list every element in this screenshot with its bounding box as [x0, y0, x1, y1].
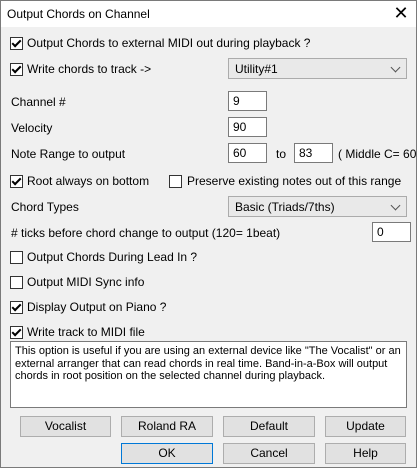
- midi-sync-checkbox[interactable]: [10, 276, 23, 289]
- preserve-notes-checkbox[interactable]: [169, 175, 182, 188]
- chord-types-value: Basic (Triads/7ths): [235, 200, 335, 214]
- dialog-window: Output Chords on Channel ✕ Output Chords…: [0, 0, 417, 468]
- midi-sync-label[interactable]: Output MIDI Sync info: [27, 275, 144, 289]
- chord-types-label: Chord Types: [11, 200, 79, 214]
- ok-button[interactable]: OK: [121, 443, 213, 464]
- root-bottom-checkbox[interactable]: [10, 175, 23, 188]
- window-title: Output Chords on Channel: [7, 7, 150, 21]
- note-range-to-field[interactable]: 83: [294, 143, 333, 163]
- display-piano-checkbox[interactable]: [10, 301, 23, 314]
- note-range-label: Note Range to output: [11, 147, 126, 161]
- title-bar: Output Chords on Channel ✕: [1, 1, 416, 27]
- chevron-down-icon: [390, 62, 401, 73]
- write-track-label[interactable]: Write chords to track ->: [27, 62, 151, 76]
- display-piano-label[interactable]: Display Output on Piano ?: [27, 300, 166, 314]
- note-range-to-label: to: [276, 147, 287, 161]
- roland-ra-button[interactable]: Roland RA: [121, 416, 213, 437]
- track-select-value: Utility#1: [235, 62, 278, 76]
- vocalist-button[interactable]: Vocalist: [20, 416, 111, 437]
- track-select[interactable]: Utility#1: [228, 58, 407, 79]
- default-button[interactable]: Default: [223, 416, 315, 437]
- write-midi-file-checkbox[interactable]: [10, 326, 23, 339]
- root-bottom-label[interactable]: Root always on bottom: [27, 174, 149, 188]
- write-midi-file-label[interactable]: Write track to MIDI file: [27, 325, 145, 339]
- preserve-notes-label[interactable]: Preserve existing notes out of this rang…: [187, 174, 401, 188]
- update-button[interactable]: Update: [325, 416, 406, 437]
- lead-in-label[interactable]: Output Chords During Lead In ?: [27, 250, 197, 264]
- help-text-box: This option is useful if you are using a…: [10, 341, 407, 408]
- chevron-down-icon: [390, 200, 401, 211]
- close-icon[interactable]: ✕: [392, 3, 410, 23]
- chord-types-select[interactable]: Basic (Triads/7ths): [228, 196, 407, 217]
- output-external-label[interactable]: Output Chords to external MIDI out durin…: [27, 36, 310, 50]
- middle-c-hint: ( Middle C= 60 ): [338, 147, 417, 161]
- note-range-from-field[interactable]: 60: [228, 143, 267, 163]
- ticks-field[interactable]: 0: [372, 222, 411, 242]
- output-external-checkbox[interactable]: [10, 37, 23, 50]
- ticks-label: # ticks before chord change to output (1…: [11, 226, 281, 240]
- velocity-field[interactable]: 90: [228, 117, 267, 137]
- lead-in-checkbox[interactable]: [10, 251, 23, 264]
- help-button[interactable]: Help: [325, 443, 406, 464]
- velocity-label: Velocity: [11, 121, 53, 135]
- write-track-checkbox[interactable]: [10, 63, 23, 76]
- cancel-button[interactable]: Cancel: [223, 443, 315, 464]
- channel-label: Channel #: [11, 95, 66, 109]
- channel-field[interactable]: 9: [228, 91, 267, 111]
